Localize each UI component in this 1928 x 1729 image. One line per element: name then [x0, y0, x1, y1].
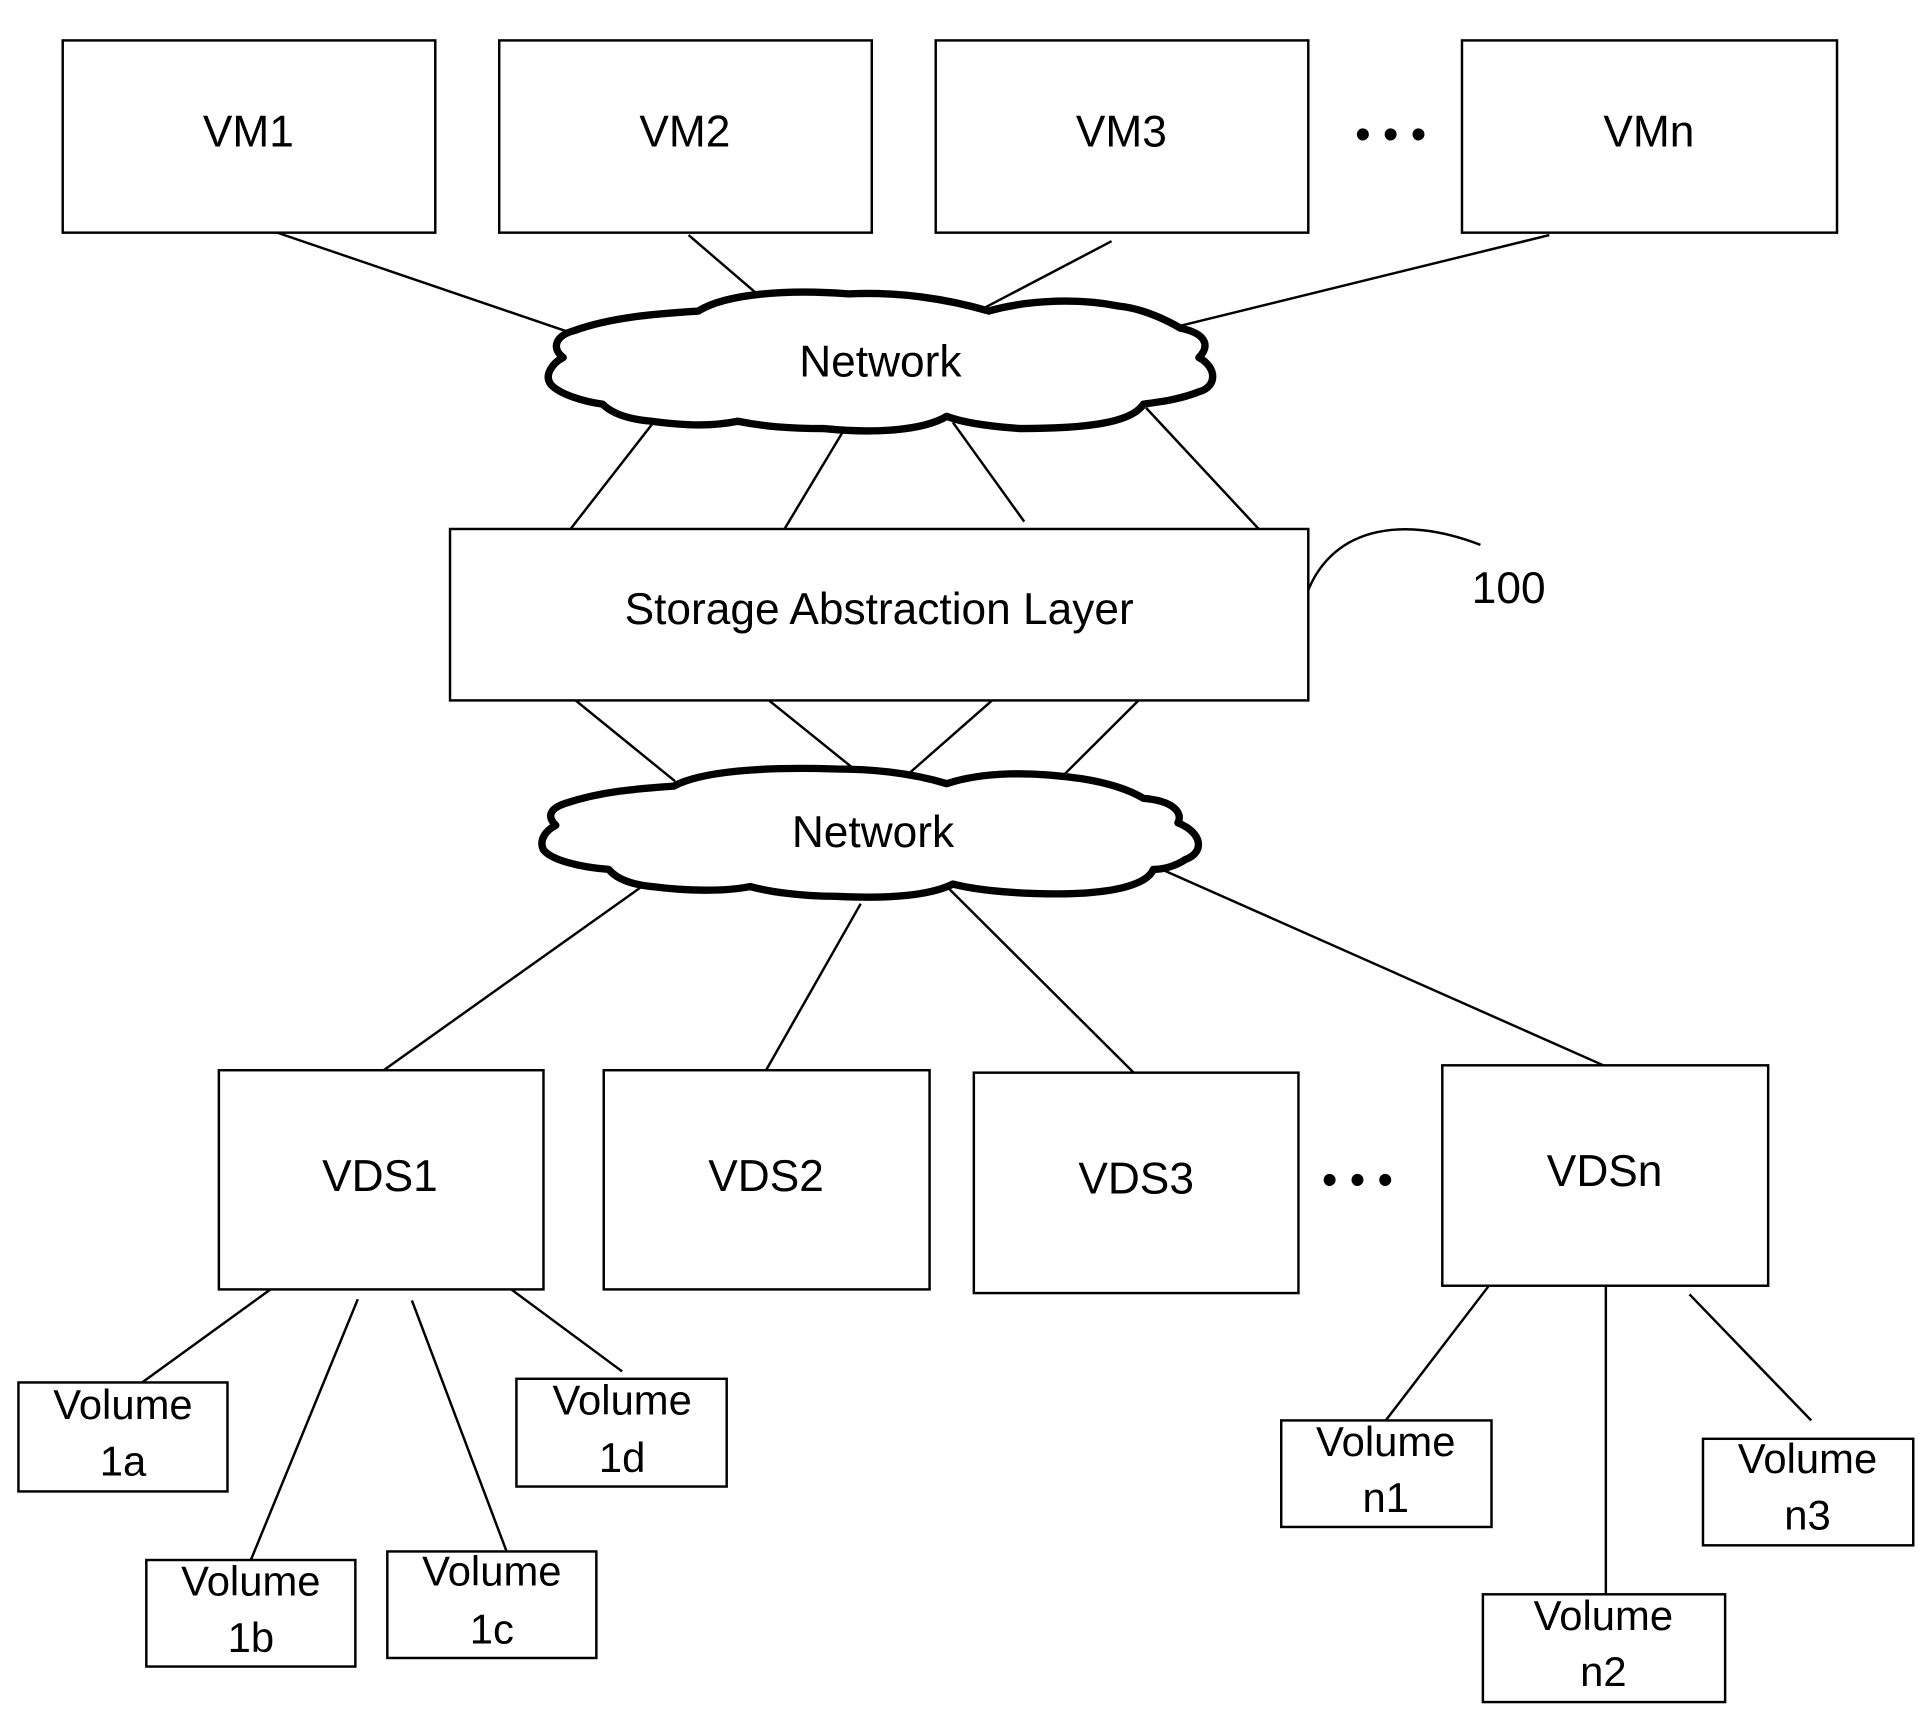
link-vds1-vol-1a: [129, 1288, 272, 1393]
vm-node-vm3[interactable]: VM3: [934, 39, 1310, 234]
link-sal-network-2: [759, 692, 864, 778]
vds-ellipsis: • • •: [1322, 1156, 1393, 1205]
vds-node-vds2[interactable]: VDS2: [602, 1068, 931, 1291]
volume-label: Volume: [422, 1548, 561, 1595]
volume-id: 1d: [599, 1434, 645, 1481]
link-network-vds1: [382, 885, 643, 1072]
reference-leader-line: [1303, 528, 1481, 601]
volume-label: Volume: [1738, 1435, 1877, 1482]
volume-id: n1: [1363, 1474, 1409, 1521]
vm-label: VM1: [203, 107, 294, 156]
vm-label: VM3: [1076, 107, 1167, 156]
volume-label: Volume: [181, 1558, 320, 1605]
link-sal-network-1: [567, 693, 676, 783]
volume-n1[interactable]: Volume n1: [1280, 1418, 1493, 1529]
link-vdsn-vol-n3: [1688, 1293, 1813, 1422]
sal-label: Storage Abstraction Layer: [625, 585, 1134, 634]
volumes: Volume 1a Volume 1b Volume 1c Volume 1d …: [17, 1376, 1915, 1704]
link-network-vds2: [764, 903, 862, 1071]
vds-label: VDS1: [322, 1152, 438, 1201]
storage-architecture-diagram: VM1 VM2 VM3 • • • VMn Network Storage Ab…: [17, 39, 1915, 1704]
volume-1b[interactable]: Volume 1b: [145, 1558, 357, 1668]
link-network-sal-1: [569, 419, 657, 530]
volume-label: Volume: [53, 1381, 192, 1428]
volume-1a[interactable]: Volume 1a: [17, 1381, 229, 1493]
volume-n3[interactable]: Volume n3: [1701, 1435, 1915, 1547]
link-network-sal-2: [783, 421, 850, 530]
lower-network-cloud[interactable]: Network: [538, 764, 1203, 901]
link-vm1-network: [251, 222, 573, 335]
vds-node-vds3[interactable]: VDS3: [972, 1071, 1300, 1295]
vds-row: VDS1 VDS2 VDS3 • • • VDSn: [217, 1064, 1770, 1295]
volume-label: Volume: [1316, 1418, 1455, 1465]
connectors: [129, 222, 1813, 1596]
link-sal-network-3: [899, 698, 995, 783]
vds-label: VDS3: [1078, 1154, 1194, 1203]
volume-1c[interactable]: Volume 1c: [386, 1548, 598, 1660]
link-vdsn-vol-n1: [1384, 1275, 1498, 1422]
network-label: Network: [799, 338, 962, 387]
vm-row: VM1 VM2 VM3 • • • VMn: [61, 39, 1839, 234]
volume-id: n3: [1784, 1491, 1830, 1538]
volume-id: n2: [1580, 1648, 1626, 1695]
link-vm2-network: [687, 234, 761, 298]
upper-network-cloud[interactable]: Network: [544, 288, 1217, 435]
vds-node-vdsn[interactable]: VDSn: [1441, 1064, 1770, 1287]
link-network-sal-3: [951, 421, 1026, 523]
vds-label: VDS2: [708, 1152, 824, 1201]
link-network-vdsn: [1163, 869, 1604, 1067]
volume-id: 1b: [228, 1614, 274, 1661]
network-label: Network: [792, 808, 955, 857]
volume-id: 1a: [100, 1438, 147, 1485]
vm-node-vm1[interactable]: VM1: [61, 39, 437, 234]
vm-ellipsis: • • •: [1355, 110, 1426, 159]
link-vds1-vol-1c: [410, 1299, 508, 1552]
link-vmn-network: [1170, 233, 1550, 330]
volume-1d[interactable]: Volume 1d: [515, 1376, 728, 1488]
vm-label: VMn: [1603, 107, 1694, 156]
volume-id: 1c: [470, 1605, 514, 1652]
vm-label: VM2: [639, 107, 730, 156]
reference-numeral: 100: [1472, 564, 1546, 613]
link-vds1-vol-1d: [497, 1278, 623, 1373]
vds-node-vds1[interactable]: VDS1: [217, 1068, 545, 1291]
vds-label: VDSn: [1547, 1147, 1663, 1196]
link-network-sal-4: [1145, 406, 1272, 543]
link-sal-network-4: [1060, 692, 1147, 779]
link-vds1-vol-1b: [249, 1298, 359, 1561]
storage-abstraction-layer[interactable]: Storage Abstraction Layer: [448, 527, 1310, 702]
link-network-vds3: [936, 875, 1135, 1074]
vm-node-vmn[interactable]: VMn: [1460, 39, 1839, 234]
volume-label: Volume: [552, 1376, 691, 1423]
volume-label: Volume: [1534, 1592, 1673, 1639]
volume-n2[interactable]: Volume n2: [1481, 1592, 1727, 1704]
vm-node-vm2[interactable]: VM2: [497, 39, 874, 234]
